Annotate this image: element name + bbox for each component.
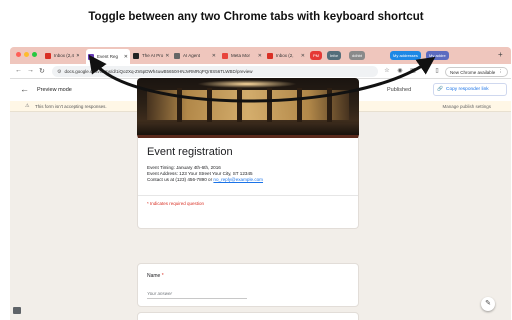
sidebar-icon[interactable]: ▯	[433, 67, 441, 75]
back-arrow-icon[interactable]: ←	[15, 67, 22, 74]
contact-text: Contact us at (123) 456-7890 or	[147, 177, 214, 182]
site-info-icon[interactable]: ⚙	[57, 69, 61, 75]
manage-publish-settings-link[interactable]: Manage publish settings	[442, 104, 491, 109]
close-tab-icon[interactable]: ✕	[210, 53, 216, 59]
minimize-window-button[interactable]	[24, 52, 29, 57]
address-bar[interactable]: ⚙ docs.google.com/forms/d/1iQo2Xq-Zn5pDW…	[52, 66, 378, 77]
browser-toolbar: ← → ↻ ⚙ docs.google.com/forms/d/1iQo2Xq-…	[10, 64, 511, 79]
reload-icon[interactable]: ↻	[39, 67, 45, 75]
url-text: docs.google.com/forms/d/1iQo2Xq-Zn5pDWh4…	[64, 69, 253, 74]
exit-preview-arrow-icon[interactable]: ←	[20, 84, 29, 94]
zoom-window-button[interactable]	[32, 52, 37, 57]
tab-group-my-addresses[interactable]: My addresses	[390, 51, 421, 60]
headline-caption: Toggle between any two Chrome tabs with …	[88, 11, 424, 23]
mail-icon	[45, 52, 51, 59]
tab-label: Inbox (2,4	[54, 53, 75, 58]
tab-meta[interactable]: Meta Mor ✕	[220, 49, 264, 62]
close-window-button[interactable]	[16, 52, 21, 57]
more-menu-icon[interactable]: ⋮	[498, 69, 503, 75]
tab-inbox[interactable]: Inbox (2,4 ✕	[43, 49, 79, 62]
name-answer-input[interactable]: Your answer	[147, 291, 247, 299]
header-image	[137, 78, 359, 135]
contact-email-link[interactable]: no_reply@example.com	[213, 177, 263, 182]
tab-label: Inbox (2,	[276, 53, 294, 58]
tab-group-ddhbt[interactable]: ddhbt	[349, 51, 366, 60]
extensions-puzzle-icon[interactable]: ▣	[409, 67, 417, 75]
tab-my-addresses[interactable]: My addre	[426, 51, 449, 60]
tab-label: AI Agent	[183, 53, 201, 58]
notice-text: This form isn't accepting responses.	[35, 104, 107, 109]
question-text: Name	[147, 273, 161, 279]
window-controls	[16, 52, 37, 57]
tab-ai-agent[interactable]: AI Agent ✕	[172, 49, 218, 62]
mail-icon	[267, 52, 273, 59]
page-icon	[174, 52, 180, 59]
tab-label: Event Reg	[97, 54, 119, 59]
tab-inbox-2[interactable]: Inbox (2, ✕	[265, 49, 307, 62]
tab-label: The AI Pro	[142, 53, 164, 58]
page-icon	[133, 52, 139, 59]
next-question-card	[137, 312, 359, 320]
profile-avatar-icon[interactable]: ●	[421, 67, 429, 75]
page-icon	[222, 52, 228, 59]
close-tab-icon[interactable]: ✕	[256, 53, 262, 59]
form-header-card: Event registration Event Timing: January…	[137, 135, 359, 229]
contact-line: Contact us at (123) 456-7890 or no_reply…	[147, 177, 263, 183]
tab-label: Meta Mor	[231, 53, 251, 58]
form-title: Event registration	[147, 146, 233, 158]
copy-responder-link-button[interactable]: 🔗 Copy responder link	[433, 83, 507, 96]
tab-group-infor[interactable]: Infor	[327, 51, 342, 60]
new-chrome-available-button[interactable]: New Chrome available ⋮	[445, 67, 508, 77]
bookmark-star-icon[interactable]: ☆	[383, 67, 391, 75]
tab-event-registration[interactable]: Event Reg ✕	[86, 49, 130, 64]
name-question-card: Name * Your answer	[137, 263, 359, 307]
close-tab-icon[interactable]: ✕	[74, 53, 79, 59]
close-tab-icon[interactable]: ✕	[299, 53, 305, 59]
copy-link-label: Copy responder link	[445, 87, 489, 92]
edit-pencil-icon[interactable]: ✎	[481, 297, 495, 311]
published-status: Published	[387, 87, 412, 93]
tab-group-pm[interactable]: PM	[310, 51, 322, 60]
required-asterisk: *	[161, 273, 164, 279]
extension-icon[interactable]: ◉	[396, 67, 404, 75]
forms-icon	[88, 53, 94, 60]
new-tab-plus-icon[interactable]: +	[498, 50, 503, 59]
screenshot-stage: Toggle between any two Chrome tabs with …	[0, 0, 512, 320]
link-icon: 🔗	[437, 87, 443, 92]
info-icon: ⚠	[25, 103, 30, 109]
form-description: Event Timing: January 4th-6th, 2016 Even…	[147, 165, 263, 183]
preview-mode-title: Preview mode	[37, 87, 72, 93]
forward-arrow-icon[interactable]: →	[27, 67, 34, 74]
close-tab-icon[interactable]: ✕	[163, 53, 169, 59]
required-question-note: * Indicates required question	[147, 201, 205, 206]
close-tab-icon[interactable]: ✕	[122, 54, 128, 60]
tab-strip: Inbox (2,4 ✕ Event Reg ✕ The AI Pro ✕ AI…	[10, 47, 511, 64]
name-question-label: Name *	[147, 273, 164, 279]
feedback-icon[interactable]	[13, 307, 21, 314]
new-chrome-label: New Chrome available	[450, 69, 496, 75]
divider	[138, 195, 358, 196]
tab-ai-pro[interactable]: The AI Pro ✕	[131, 49, 171, 62]
